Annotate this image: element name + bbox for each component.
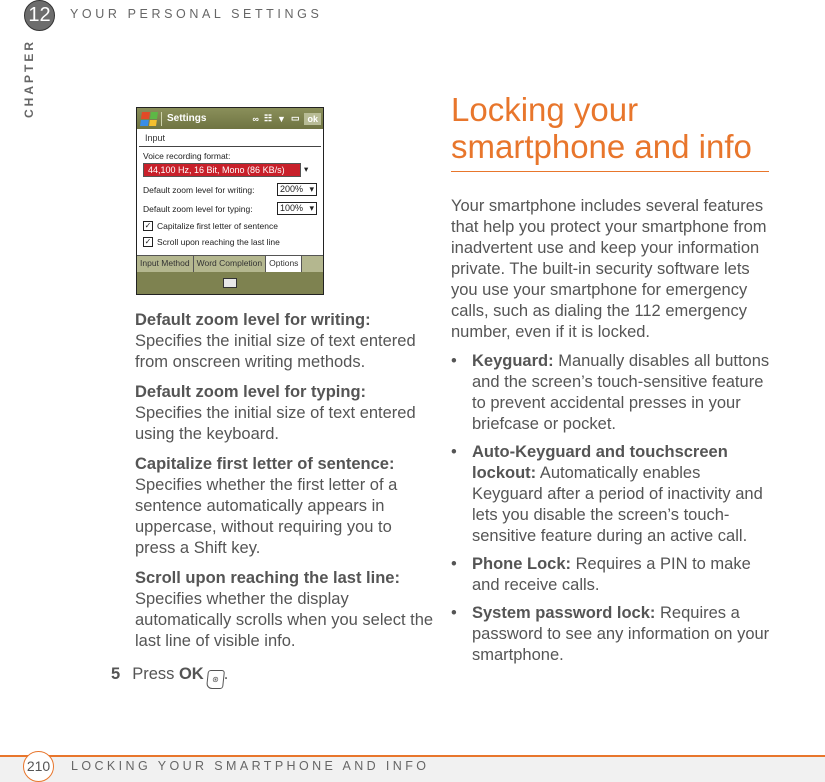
- chapter-number-badge: 12: [24, 0, 55, 31]
- heading-divider: [451, 171, 769, 172]
- voice-format-select: 44,100 Hz, 16 Bit, Mono (86 KB/s): [143, 163, 301, 177]
- chapter-vertical-label: CHAPTER: [22, 38, 36, 118]
- intro-paragraph: Your smartphone includes several feature…: [451, 197, 767, 341]
- voice-format-label: Voice recording format:: [143, 151, 231, 161]
- phone-subtitle: Input: [139, 129, 321, 147]
- tab-word-completion: Word Completion: [194, 256, 267, 272]
- connectivity-icon: ☷: [263, 113, 273, 123]
- voicemail-icon: ∞: [252, 113, 259, 124]
- bullet-icon: •: [451, 352, 457, 370]
- zoom-typing-select: 100% ▾: [277, 202, 317, 215]
- list-item: • Phone Lock: Requires a PIN to make and …: [451, 555, 751, 594]
- step-5: 5 Press OK ⊛.: [111, 665, 228, 689]
- running-footer-title: LOCKING YOUR SMARTPHONE AND INFO: [71, 759, 430, 773]
- list-item: • Auto-Keyguard and touchscreen lockout: …: [451, 443, 763, 545]
- bullet-icon: •: [451, 604, 457, 622]
- phone-settings-screenshot: Settings ∞ ☷ ▼ ▭ ok Input Voice recordin…: [136, 107, 324, 295]
- footer-divider: [0, 755, 825, 757]
- description-item: Default zoom level for writing: Specifies…: [135, 311, 416, 371]
- dropdown-arrow-icon: ▾: [309, 184, 314, 194]
- description-item: Default zoom level for typing: Specifies …: [135, 383, 416, 443]
- tab-input-method: Input Method: [137, 256, 194, 272]
- battery-icon: ▭: [290, 113, 300, 123]
- zoom-writing-select: 200% ▾: [277, 183, 317, 196]
- zoom-typing-label: Default zoom level for typing:: [143, 203, 253, 214]
- phone-title-bar: Settings ∞ ☷ ▼ ▭ ok: [137, 108, 323, 129]
- ok-key-icon: ⊛: [205, 670, 225, 689]
- zoom-writing-label: Default zoom level for writing:: [143, 184, 255, 195]
- list-item: • System password lock: Requires a passwo…: [451, 604, 770, 664]
- bullet-icon: •: [451, 443, 457, 461]
- section-heading: Locking your smartphone and info: [451, 91, 752, 165]
- phone-bottom-bar: [137, 272, 323, 294]
- feature-list: • Keyguard: Manually disables all buttons…: [451, 351, 771, 673]
- running-header-title: YOUR PERSONAL SETTINGS: [70, 7, 323, 21]
- phone-ok-button: ok: [304, 112, 321, 125]
- dropdown-arrow-icon: ▾: [304, 163, 309, 174]
- scroll-checkbox: ✓ Scroll upon reaching the last line: [143, 237, 280, 247]
- phone-tab-bar: Input Method Word Completion Options: [137, 255, 323, 272]
- page-number-badge: 210: [23, 751, 54, 782]
- tab-options: Options: [266, 256, 303, 272]
- checkmark-icon: ✓: [143, 221, 153, 231]
- bullet-icon: •: [451, 555, 457, 573]
- capitalize-checkbox: ✓ Capitalize first letter of sentence: [143, 221, 278, 231]
- checkmark-icon: ✓: [143, 237, 153, 247]
- keyboard-icon: [223, 278, 237, 288]
- description-item: Capitalize first letter of sentence: Spec…: [135, 455, 398, 557]
- setting-descriptions: Default zoom level for writing: Specifies…: [135, 310, 435, 661]
- phone-app-title: Settings: [167, 113, 207, 124]
- dropdown-arrow-icon: ▾: [309, 203, 314, 213]
- description-item: Scroll upon reaching the last line: Speci…: [135, 569, 434, 650]
- windows-start-icon: [140, 111, 158, 126]
- list-item: • Keyguard: Manually disables all buttons…: [451, 352, 770, 433]
- signal-icon: ▼: [277, 113, 286, 124]
